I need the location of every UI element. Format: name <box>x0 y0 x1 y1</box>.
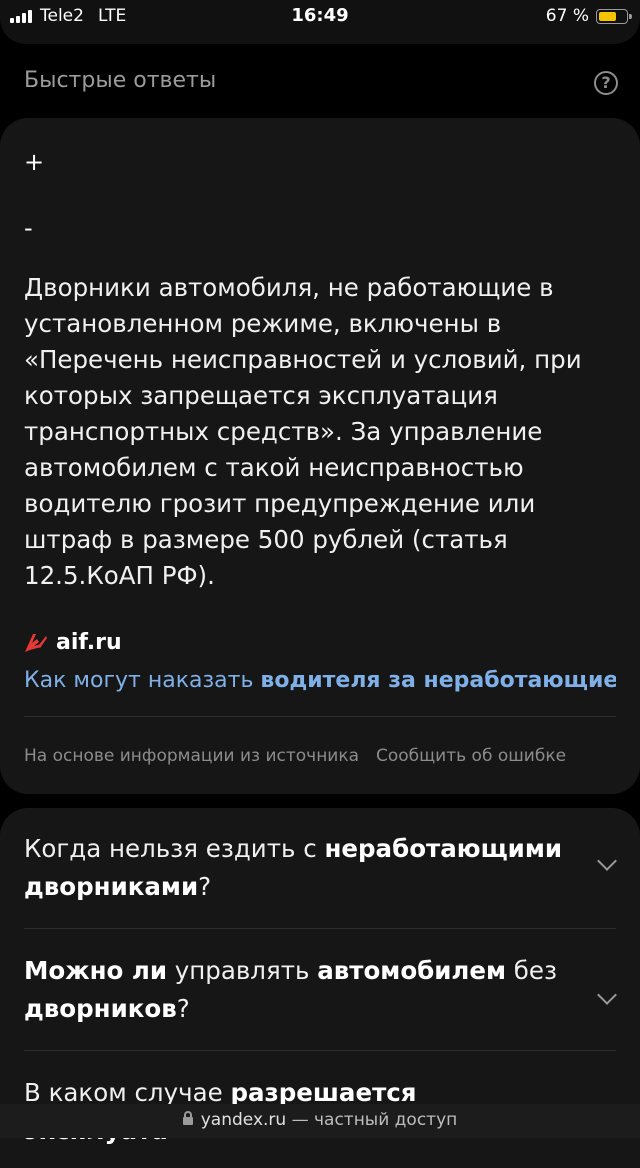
aif-logo-icon <box>25 633 47 652</box>
answer-minus: - <box>24 214 33 242</box>
address-suffix: — частный доступ <box>286 1110 458 1130</box>
browser-address-bar[interactable]: yandex.ru — частный доступ <box>0 1104 640 1138</box>
card-divider <box>24 716 616 717</box>
source-article-link[interactable]: Как могут наказать водителя за неработаю… <box>24 668 616 693</box>
faq-question-part: Можно ли <box>24 956 167 985</box>
source-footnote: На основе информации из источника <box>24 746 360 766</box>
answer-plus: + <box>24 148 45 176</box>
faq-question-part: ? <box>198 872 212 901</box>
status-bar: Tele2 LTE 16:49 67 % <box>0 0 640 34</box>
clock: 16:49 <box>291 5 349 26</box>
battery-fill <box>599 11 617 21</box>
faq-question-part: В каком случае <box>24 1078 231 1107</box>
faq-question-part: ? <box>176 994 190 1023</box>
section-title: Быстрые ответы <box>24 68 217 93</box>
faq-item-1[interactable]: Можно ли управлять автомобилем без дворн… <box>24 952 617 1028</box>
faq-question-part: дворников <box>24 994 177 1023</box>
chevron-down-icon[interactable] <box>597 985 617 1005</box>
source-link-plain: Как могут наказать <box>24 668 261 693</box>
faq-question-part: управлять <box>167 956 318 985</box>
source-link-bold: водителя за неработающие … <box>260 668 616 693</box>
faq-question-part: автомобилем <box>317 956 507 985</box>
faq-question: Когда нельзя ездить с неработающими двор… <box>24 830 564 906</box>
address-domain: yandex.ru <box>200 1110 287 1130</box>
source[interactable]: aif.ru <box>24 630 122 655</box>
faq-item-0[interactable]: Когда нельзя ездить с неработающими двор… <box>24 830 617 906</box>
faq-question: Можно ли управлять автомобилем без дворн… <box>24 952 564 1028</box>
report-error-link[interactable]: Сообщить об ошибке <box>376 746 566 766</box>
answer-text: Дворники автомобиля, не работающие в уст… <box>24 273 582 590</box>
question-icon[interactable]: ? <box>594 71 618 95</box>
status-right: 67 % <box>545 6 632 26</box>
faq-divider <box>24 1050 616 1051</box>
faq-question-part: Когда нельзя ездить с <box>24 834 325 863</box>
lock-icon <box>182 1111 193 1125</box>
quick-answer-card: + - Дворники автомобиля, не работающие в… <box>0 118 640 794</box>
battery-percent: 67 % <box>545 6 589 26</box>
faq-divider <box>24 928 616 929</box>
chevron-down-icon[interactable] <box>597 851 617 871</box>
faq-question-part: без <box>506 956 558 985</box>
battery-icon <box>596 8 632 24</box>
source-name: aif.ru <box>56 630 122 655</box>
